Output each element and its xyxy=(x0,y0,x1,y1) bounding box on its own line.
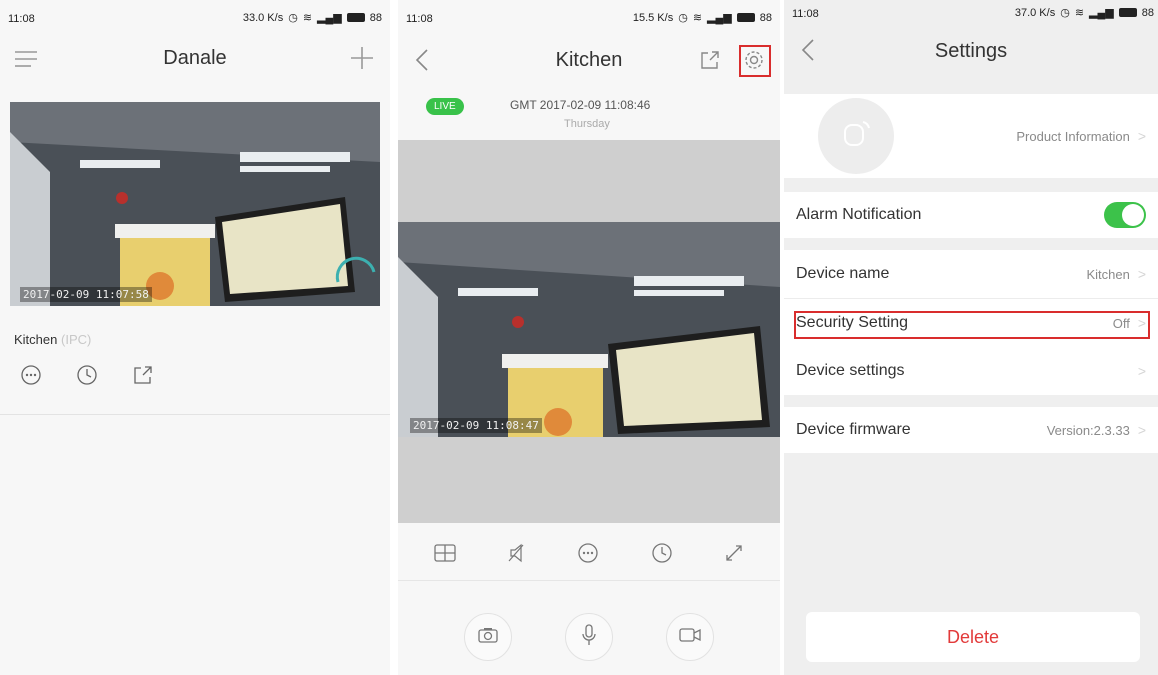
device-settings-row[interactable]: Device settings > xyxy=(784,347,1158,395)
device-name-label: Device name xyxy=(796,265,890,282)
device-actions xyxy=(20,364,154,386)
talk-button[interactable] xyxy=(564,613,613,661)
signal-icon: ▂▄▆ xyxy=(317,12,342,24)
signal-icon: ▂▄▆ xyxy=(1089,7,1114,19)
gear-highlight-box xyxy=(739,45,771,77)
share-icon[interactable] xyxy=(132,364,154,386)
firmware-value: Version:2.3.33 xyxy=(1046,422,1130,438)
camera-icon xyxy=(478,627,498,648)
wifi-icon: ≋ xyxy=(1074,7,1085,19)
history-clock-icon[interactable] xyxy=(76,364,98,386)
device-firmware-row[interactable]: Device firmware Version:2.3.33 > xyxy=(784,407,1158,453)
alarm-notification-row: Alarm Notification xyxy=(784,192,1158,238)
page-title: Kitchen xyxy=(555,49,623,71)
live-video-frame[interactable]: 2017-02-09 11:08:47 xyxy=(398,222,780,437)
share-icon[interactable] xyxy=(698,48,722,72)
divider xyxy=(0,414,390,415)
nav-bar: Kitchen xyxy=(398,38,780,84)
alarm-clock-icon: ◷ xyxy=(1060,7,1070,19)
wifi-icon: ≋ xyxy=(692,12,703,24)
status-time: 11:08 xyxy=(406,13,433,25)
network-speed: 37.0 K/s xyxy=(1014,6,1056,19)
device-title[interactable]: Kitchen (IPC) xyxy=(14,332,91,347)
live-weekday: Thursday xyxy=(564,118,610,130)
video-toolbar xyxy=(398,538,780,568)
battery-level: 88 xyxy=(369,11,382,24)
chevron-right-icon: > xyxy=(1137,266,1146,282)
battery-icon xyxy=(1118,8,1137,17)
device-name-row[interactable]: Device name Kitchen > xyxy=(784,250,1158,298)
live-view-screen: 11:08 15.5 K/s ◷ ≋ ▂▄▆ 88 Kitchen LIVE G… xyxy=(398,0,780,675)
alarm-clock-icon: ◷ xyxy=(288,12,298,24)
nav-bar: Settings xyxy=(784,28,1158,74)
divider xyxy=(398,580,780,581)
chevron-right-icon: > xyxy=(1137,128,1146,144)
alarm-label: Alarm Notification xyxy=(796,206,922,223)
page-title: Danale xyxy=(163,47,227,69)
device-type: (IPC) xyxy=(61,332,92,347)
history-clock-icon[interactable] xyxy=(651,542,673,564)
product-info-row[interactable]: Product Information > xyxy=(784,94,1158,178)
snapshot-button[interactable] xyxy=(464,613,513,661)
fullscreen-icon[interactable] xyxy=(724,543,744,563)
page-title: Settings xyxy=(934,40,1008,62)
capture-controls xyxy=(398,612,780,662)
device-snapshot[interactable]: 2017-02-09 11:07:58 xyxy=(10,102,380,306)
battery-level: 88 xyxy=(759,11,772,24)
message-icon[interactable] xyxy=(577,542,599,564)
office-scene-image xyxy=(10,102,380,306)
alarm-clock-icon: ◷ xyxy=(678,12,688,24)
video-timestamp: 2017-02-09 11:08:47 xyxy=(410,418,542,433)
device-name-value: Kitchen xyxy=(1086,266,1130,282)
status-time: 11:08 xyxy=(8,13,35,25)
network-speed: 15.5 K/s xyxy=(632,11,674,24)
device-avatar xyxy=(818,98,894,174)
live-datetime: GMT 2017-02-09 11:08:46 xyxy=(510,98,651,112)
delete-button[interactable]: Delete xyxy=(806,612,1140,662)
device-list-screen: 11:08 33.0 K/s ◷ ≋ ▂▄▆ 88 Danale 2017-02… xyxy=(0,0,390,675)
video-camera-icon xyxy=(678,627,701,648)
live-badge: LIVE xyxy=(426,98,464,115)
signal-icon: ▂▄▆ xyxy=(707,12,732,24)
settings-screen: 11:08 37.0 K/s ◷ ≋ ▂▄▆ 88 Settings Produ… xyxy=(784,0,1158,675)
device-name: Kitchen xyxy=(14,332,58,347)
status-time: 11:08 xyxy=(792,8,819,20)
message-icon[interactable] xyxy=(20,364,42,386)
add-icon[interactable] xyxy=(348,44,376,72)
office-scene-image xyxy=(398,222,780,437)
device-logo-icon xyxy=(839,117,873,156)
chevron-right-icon: > xyxy=(1137,422,1146,438)
record-button[interactable] xyxy=(665,613,714,661)
network-speed: 33.0 K/s xyxy=(242,11,284,24)
nav-bar: Danale xyxy=(0,36,390,82)
alarm-toggle[interactable] xyxy=(1104,202,1146,228)
wifi-icon: ≋ xyxy=(302,12,313,24)
snapshot-timestamp: 2017-02-09 11:07:58 xyxy=(20,287,152,302)
chevron-right-icon: > xyxy=(1137,363,1146,379)
grid-view-icon[interactable] xyxy=(434,544,456,562)
firmware-label: Device firmware xyxy=(796,421,911,438)
device-settings-label: Device settings xyxy=(796,362,905,379)
status-bar: 11:08 15.5 K/s ◷ ≋ ▂▄▆ 88 xyxy=(398,0,780,34)
status-bar: 11:08 33.0 K/s ◷ ≋ ▂▄▆ 88 xyxy=(0,0,390,34)
product-info-label: Product Information xyxy=(1016,128,1130,144)
battery-icon xyxy=(346,13,365,22)
battery-level: 88 xyxy=(1141,6,1154,19)
battery-icon xyxy=(736,13,755,22)
video-area[interactable]: 2017-02-09 11:08:47 xyxy=(398,140,780,523)
mute-speaker-icon[interactable] xyxy=(507,543,525,563)
microphone-icon xyxy=(581,623,597,651)
security-highlight-box xyxy=(794,311,1150,339)
